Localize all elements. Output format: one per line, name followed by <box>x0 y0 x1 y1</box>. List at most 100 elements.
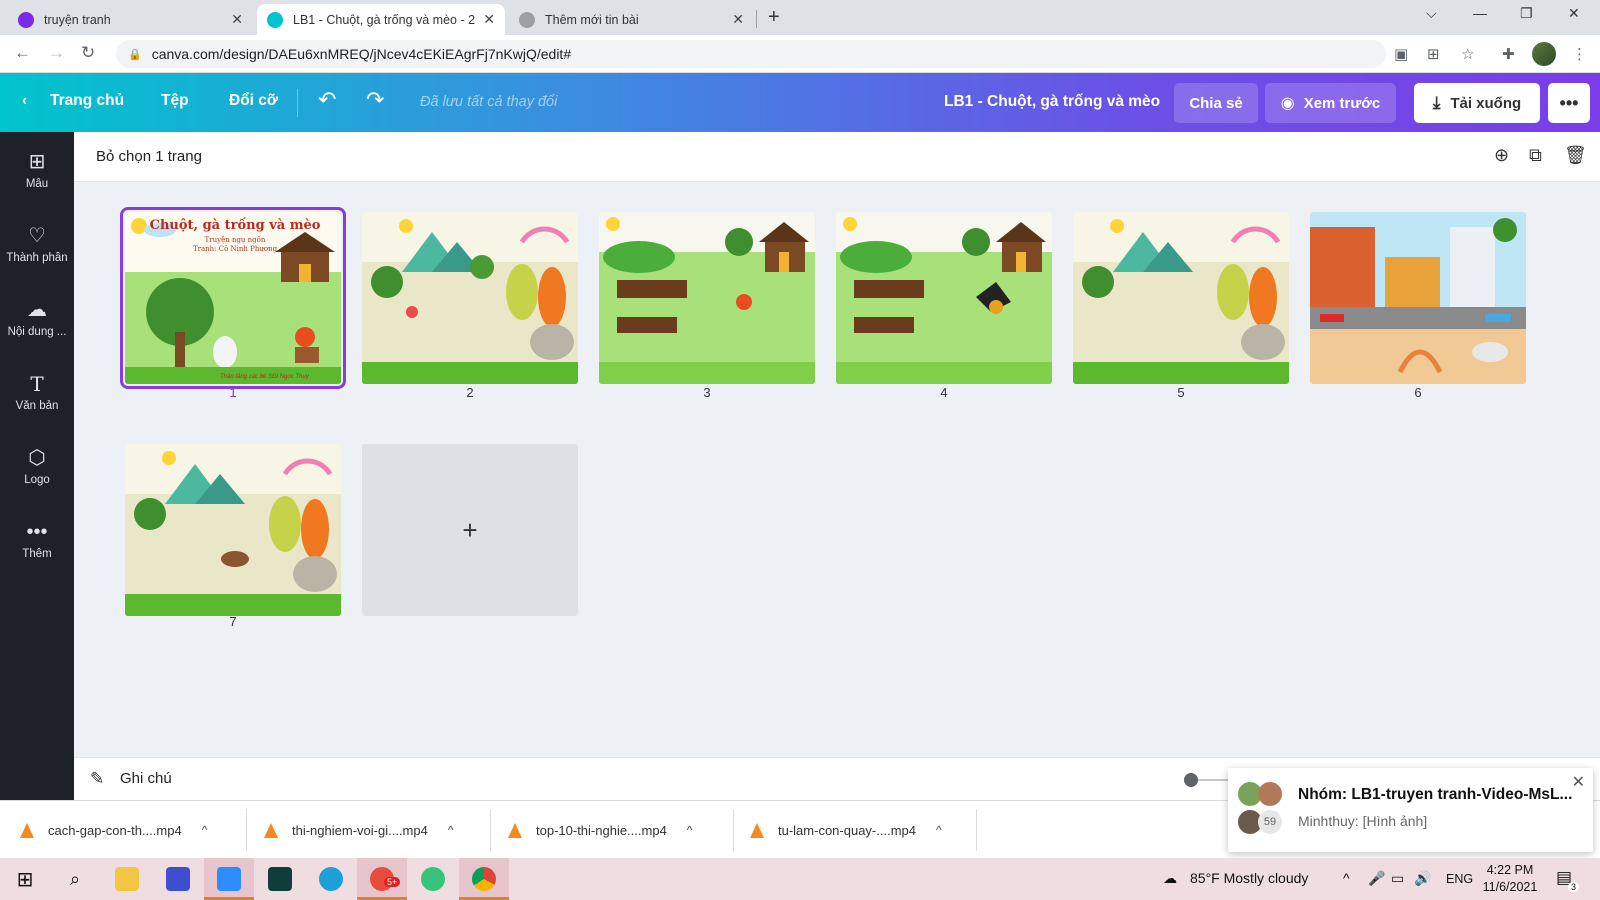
resize-menu[interactable]: Đổi cỡ <box>229 92 278 110</box>
profile-avatar[interactable] <box>1532 42 1556 66</box>
sidebar-item-text[interactable]: T Văn bản <box>0 372 74 412</box>
download-item-2[interactable]: thi-nghiem-voi-gi....mp4 ^ <box>264 801 474 859</box>
page-thumbnail-5[interactable] <box>1073 212 1289 384</box>
microphone-icon[interactable]: 🎤 <box>1368 870 1385 887</box>
download-item-4[interactable]: tu-lam-con-quay-....mp4 ^ <box>750 801 960 859</box>
sidebar-item-logo[interactable]: ⬡ Logo <box>0 446 74 486</box>
network-icon[interactable]: ▭ <box>1391 870 1404 887</box>
clock[interactable]: 4:22 PM 11/6/2021 <box>1480 862 1540 896</box>
member-count-badge: 59 <box>1258 810 1282 834</box>
page-thumbnail-6[interactable] <box>1310 212 1526 384</box>
chevron-up-icon[interactable]: ^ <box>448 823 454 837</box>
reload-icon[interactable]: ↻ <box>81 43 95 63</box>
share-button[interactable]: Chia sẻ <box>1174 83 1258 123</box>
shelf-divider <box>733 809 734 851</box>
file-menu[interactable]: Tệp <box>161 92 189 110</box>
start-button[interactable]: ⊞ <box>0 858 50 900</box>
notes-button[interactable]: Ghi chú <box>120 770 172 787</box>
meadow-illustration <box>125 444 341 616</box>
close-icon[interactable]: ✕ <box>1572 772 1585 792</box>
tab-search-chevron-icon[interactable]: ⌵ <box>1426 5 1437 22</box>
duplicate-page-icon[interactable]: ⧉ <box>1529 145 1542 166</box>
sidebar-item-templates[interactable]: ⊞ Mẫu <box>0 150 74 190</box>
add-page-button[interactable]: + <box>362 444 578 616</box>
plus-icon: + <box>462 514 478 545</box>
tab-title: truyện tranh <box>44 12 111 27</box>
back-arrow-icon[interactable]: ← <box>14 43 31 63</box>
page-thumbnail-2[interactable] <box>362 212 578 384</box>
page-number-6: 6 <box>1414 385 1422 400</box>
cover-subtitle: Truyện ngụ ngôn <box>204 236 266 244</box>
forward-arrow-icon[interactable]: → <box>48 43 65 63</box>
chevron-up-icon[interactable]: ^ <box>687 823 693 837</box>
sidebar-item-elements[interactable]: ♡ Thành phần <box>0 224 74 264</box>
page-thumbnail-4[interactable] <box>836 212 1052 384</box>
new-tab-icon[interactable]: + <box>768 6 780 29</box>
download-item-1[interactable]: cach-gap-con-th....mp4 ^ <box>20 801 230 859</box>
extensions-puzzle-icon[interactable]: ✚ <box>1502 45 1515 63</box>
weather-text[interactable]: 85°F Mostly cloudy <box>1190 870 1308 886</box>
back-chevron-icon[interactable]: ‹ <box>22 92 27 110</box>
notes-icon[interactable]: ✎ <box>90 769 104 789</box>
logo-icon: ⬡ <box>28 447 46 469</box>
volume-icon[interactable]: 🔊 <box>1414 870 1431 887</box>
window-close-icon[interactable]: ✕ <box>1568 5 1580 22</box>
browser-tab-3[interactable]: Thêm mới tin bài ✕ <box>509 4 754 35</box>
taskbar-chrome[interactable] <box>459 858 509 900</box>
search-button[interactable]: ⌕ <box>50 858 100 900</box>
preview-button[interactable]: ◉ Xem trước <box>1265 83 1396 123</box>
chat-notification[interactable]: 59 Nhóm: LB1-truyen tranh-Video-MsL... M… <box>1228 768 1593 852</box>
zoom-slider-handle[interactable] <box>1184 773 1198 787</box>
taskbar-file-explorer[interactable] <box>102 858 152 900</box>
document-title[interactable]: LB1 - Chuột, gà trống và mèo <box>944 93 1160 111</box>
share-label: Chia sẻ <box>1189 94 1243 112</box>
page-toolbar: Bỏ chọn 1 trang ⊕ ⧉ 🗑 <box>74 132 1600 182</box>
download-button[interactable]: ⤓ Tải xuống <box>1414 83 1540 123</box>
deselect-pages-button[interactable]: Bỏ chọn 1 trang <box>96 148 202 165</box>
close-tab-icon[interactable]: ✕ <box>483 11 495 28</box>
cast-icon[interactable]: ▣ <box>1394 45 1408 63</box>
windows-taskbar: ⊞ ⌕ 5+ ☁ 85°F Mostly cloudy ^ 🎤 ▭ 🔊 ENG … <box>0 858 1600 900</box>
page-thumbnail-7[interactable] <box>125 444 341 616</box>
taskbar-edge[interactable] <box>306 858 356 900</box>
delete-page-icon[interactable]: 🗑 <box>1564 145 1587 166</box>
globe-icon <box>519 11 535 28</box>
group-avatar: 59 <box>1238 782 1282 836</box>
taskbar-zalo[interactable]: 5+ <box>357 858 407 900</box>
bookmark-star-icon[interactable]: ☆ <box>1461 45 1474 63</box>
close-tab-icon[interactable]: ✕ <box>231 11 243 28</box>
more-options-button[interactable]: ••• <box>1548 83 1590 123</box>
download-item-3[interactable]: top-10-thi-nghie....mp4 ^ <box>508 801 718 859</box>
url-field[interactable]: 🔒 canva.com/design/DAEu6xnMREQ/jNcev4cEK… <box>116 40 1386 68</box>
translate-icon[interactable]: ⊞ <box>1427 45 1440 63</box>
browser-tab-2[interactable]: LB1 - Chuột, gà trống và mèo - 2 ✕ <box>257 4 505 35</box>
browser-menu-icon[interactable]: ⋮ <box>1572 45 1587 63</box>
sidebar-item-label: Logo <box>24 474 50 486</box>
taskbar-filmora[interactable] <box>255 858 305 900</box>
language-indicator[interactable]: ENG <box>1446 872 1473 886</box>
restore-icon[interactable]: ❐ <box>1520 5 1533 22</box>
cover-author: Tranh: Cô Ninh Phương <box>192 245 278 253</box>
sidebar-item-label: Văn bản <box>15 400 59 412</box>
vlc-cone-icon <box>508 822 522 838</box>
chevron-up-icon[interactable]: ^ <box>936 823 942 837</box>
home-link[interactable]: Trang chủ <box>50 92 124 110</box>
page-grid: Chuột, gà trống và mèo Truyện ngụ ngôn T… <box>74 182 1600 757</box>
sidebar-item-more[interactable]: ••• Thêm <box>0 520 74 560</box>
taskbar-app-pen[interactable] <box>153 858 203 900</box>
close-tab-icon[interactable]: ✕ <box>732 11 744 28</box>
chevron-up-icon[interactable]: ^ <box>202 823 208 837</box>
taskbar-zoom[interactable] <box>204 858 254 900</box>
minimize-icon[interactable]: — <box>1473 5 1487 21</box>
weather-icon[interactable]: ☁ <box>1163 870 1177 887</box>
download-filename: tu-lam-con-quay-....mp4 <box>778 822 916 838</box>
sidebar-item-uploads[interactable]: ☁ Nội dung ... <box>0 298 74 338</box>
page-thumbnail-3[interactable] <box>599 212 815 384</box>
undo-icon[interactable]: ↶ <box>318 87 336 113</box>
add-page-icon[interactable]: ⊕ <box>1494 145 1509 166</box>
redo-icon[interactable]: ↷ <box>366 87 384 113</box>
page-thumbnail-1[interactable]: Chuột, gà trống và mèo Truyện ngụ ngôn T… <box>120 207 346 389</box>
taskbar-canva-app[interactable] <box>408 858 458 900</box>
browser-tab-1[interactable]: truyện tranh ✕ <box>8 4 253 35</box>
tray-chevron-icon[interactable]: ^ <box>1343 870 1350 886</box>
